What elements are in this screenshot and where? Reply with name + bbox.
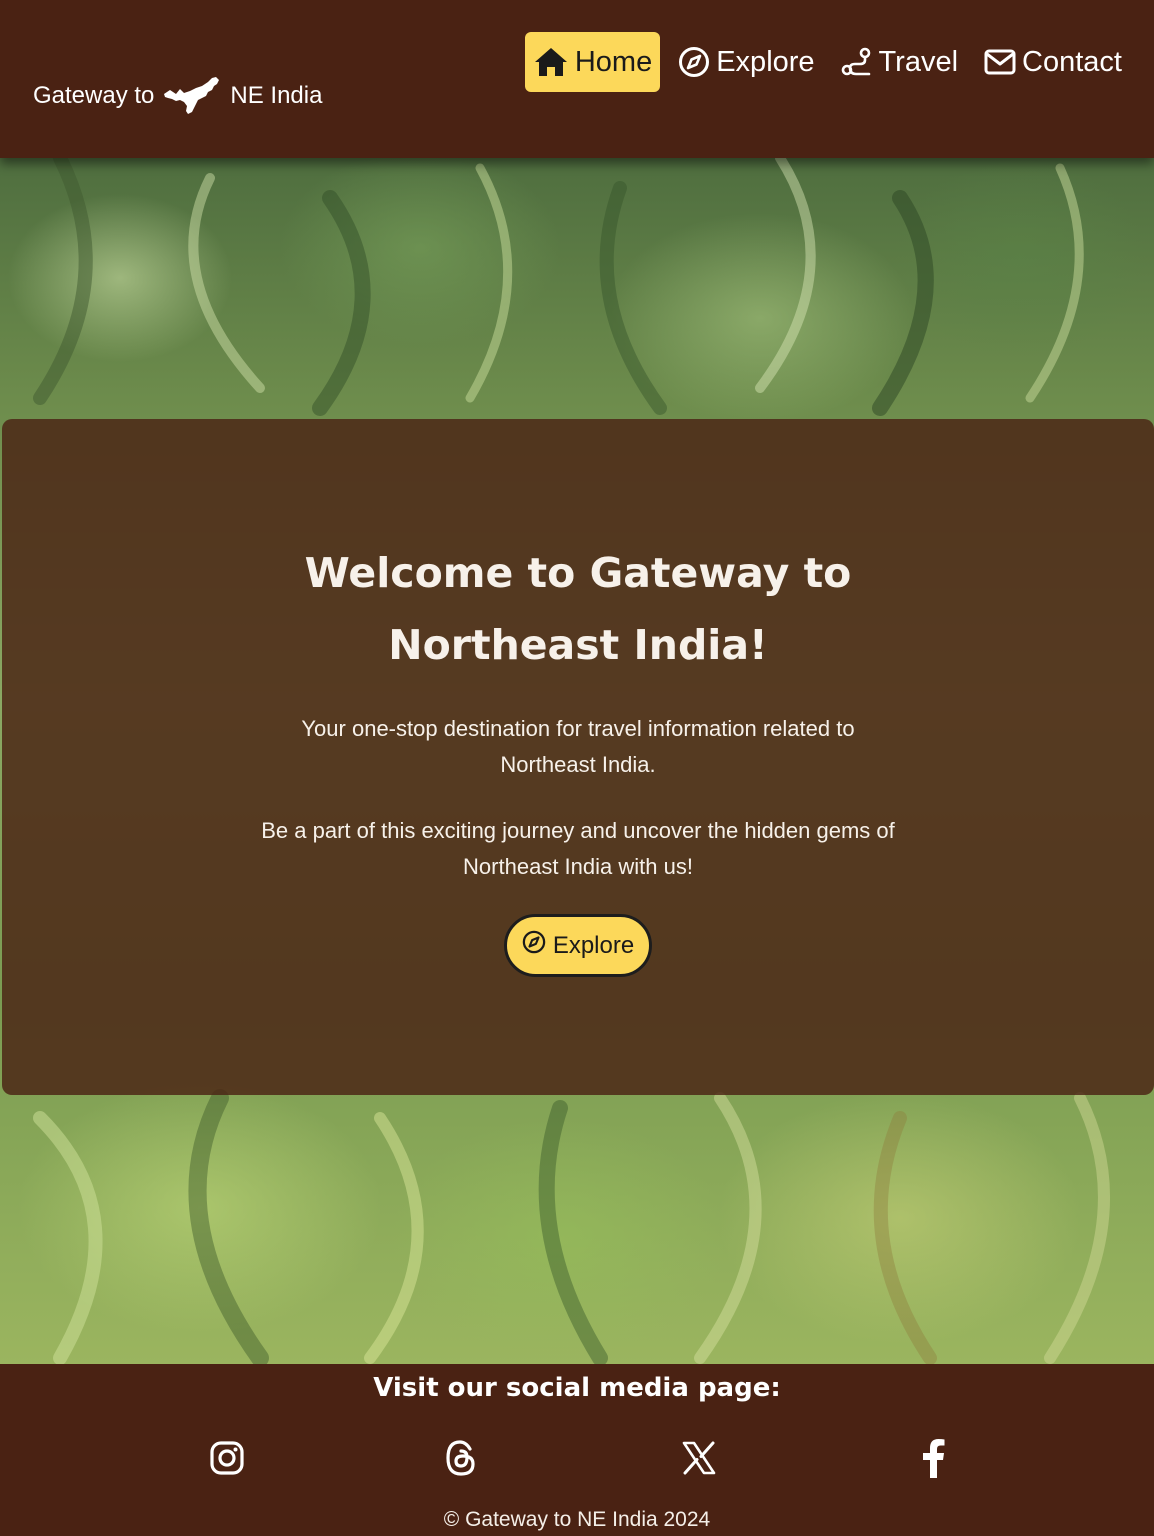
compass-icon bbox=[522, 930, 546, 961]
explore-button[interactable]: Explore bbox=[504, 914, 652, 977]
nav-explore-label: Explore bbox=[716, 45, 815, 78]
nav-home-label: Home bbox=[574, 45, 653, 78]
social-heading: Visit our social media page: bbox=[373, 1373, 781, 1403]
northeast-india-map-icon bbox=[162, 74, 222, 118]
welcome-card: Welcome to Gateway to Northeast India! Y… bbox=[2, 419, 1154, 1095]
copyright-text: © Gateway to NE India 2024 bbox=[443, 1508, 711, 1531]
nav-travel-label: Travel bbox=[878, 45, 959, 78]
hero-section: Welcome to Gateway to Northeast India! Y… bbox=[0, 158, 1154, 1364]
x-icon bbox=[681, 1441, 717, 1480]
nav-travel[interactable]: Travel bbox=[833, 32, 967, 92]
brand-suffix: NE India bbox=[230, 82, 323, 109]
nav-contact-label: Contact bbox=[1022, 45, 1122, 78]
envelope-icon bbox=[984, 48, 1016, 76]
site-header: Gateway to NE India Home Explore Travel … bbox=[0, 0, 1154, 158]
nav-explore[interactable]: Explore bbox=[670, 32, 822, 92]
threads-link[interactable] bbox=[441, 1439, 481, 1482]
instagram-icon bbox=[209, 1440, 245, 1481]
main-nav: Home Explore Travel Contact bbox=[524, 32, 1130, 92]
welcome-intro-text: Your one-stop destination for travel inf… bbox=[301, 716, 855, 777]
facebook-link[interactable] bbox=[913, 1438, 953, 1483]
instagram-link[interactable] bbox=[207, 1440, 247, 1480]
facebook-icon bbox=[920, 1438, 946, 1483]
threads-icon bbox=[444, 1439, 478, 1482]
nav-contact[interactable]: Contact bbox=[976, 32, 1130, 92]
x-link[interactable] bbox=[679, 1440, 719, 1480]
welcome-cta-text: Be a part of this exciting journey and u… bbox=[261, 818, 895, 879]
home-icon bbox=[533, 46, 569, 78]
nav-home[interactable]: Home bbox=[524, 32, 661, 92]
brand-logo[interactable]: Gateway to NE India bbox=[33, 74, 322, 118]
site-footer: Visit our social media page: © Gateway t… bbox=[0, 1364, 1154, 1536]
route-icon bbox=[841, 46, 873, 78]
compass-icon bbox=[678, 46, 710, 78]
welcome-title: Welcome to Gateway to Northeast India! bbox=[304, 549, 852, 669]
explore-button-label: Explore bbox=[552, 931, 635, 959]
brand-prefix: Gateway to bbox=[33, 82, 155, 109]
